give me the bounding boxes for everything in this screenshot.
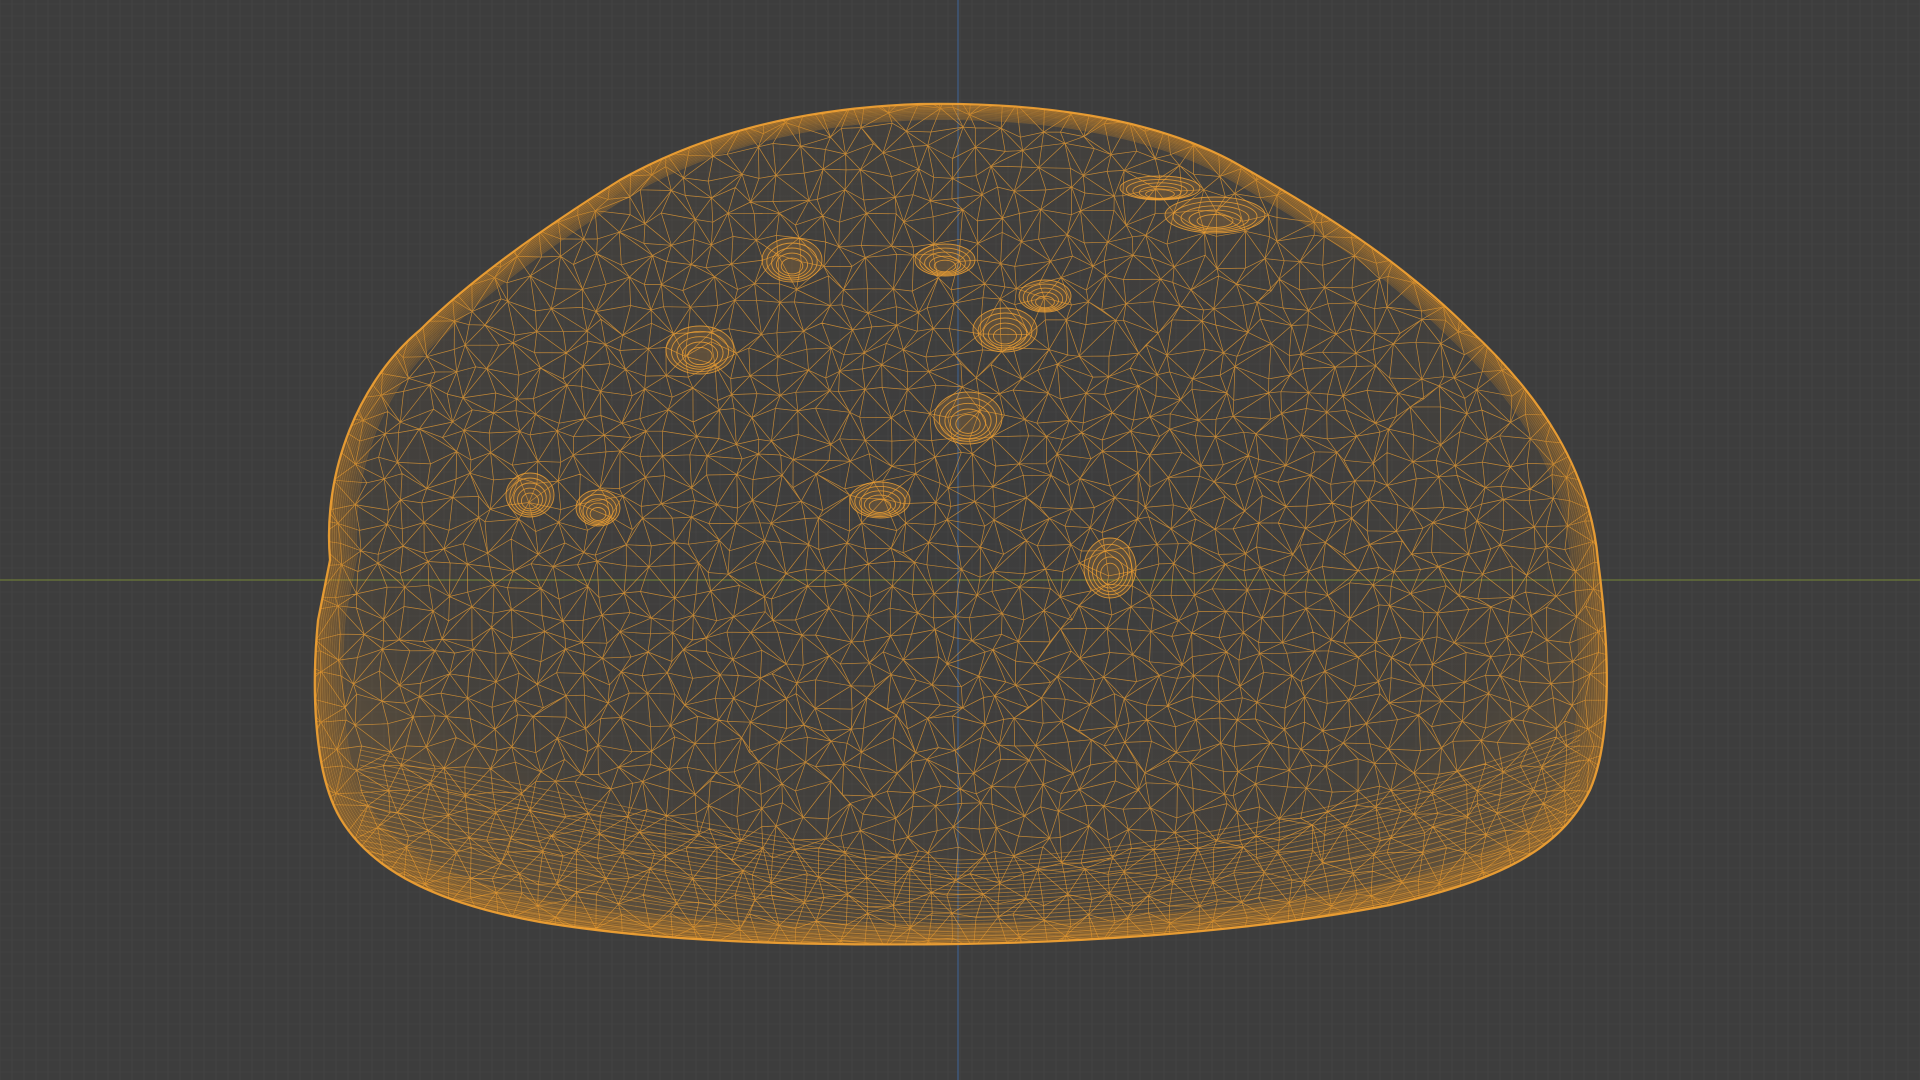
3d-viewport[interactable] — [0, 0, 1920, 1080]
viewport-canvas[interactable] — [0, 0, 1920, 1080]
